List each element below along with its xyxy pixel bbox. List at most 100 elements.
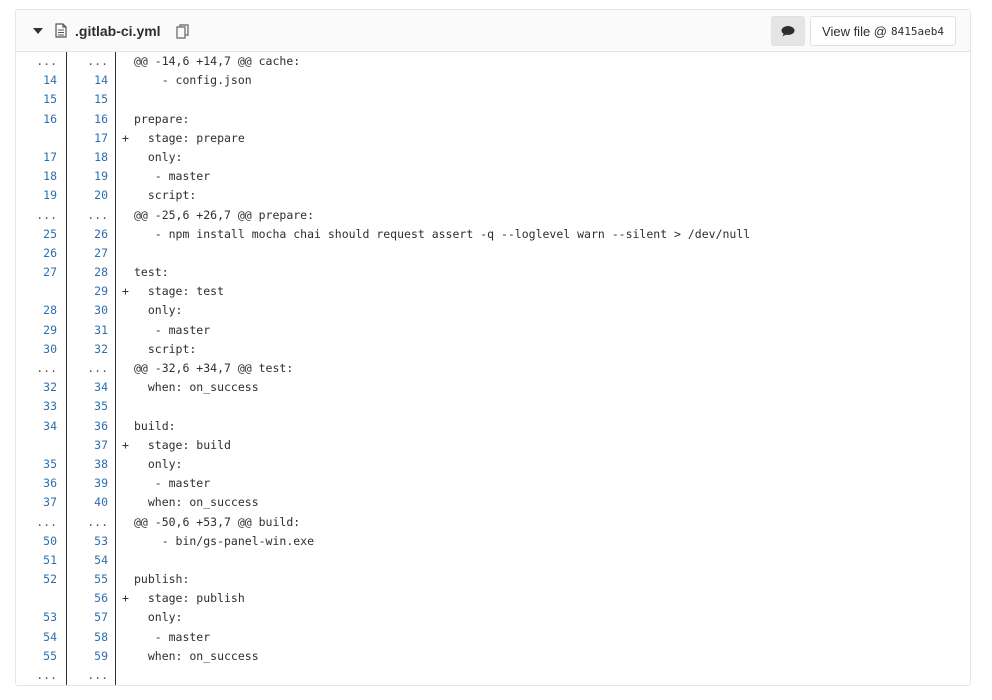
new-line-number[interactable]: 17 — [67, 129, 108, 148]
old-line-number[interactable]: 29 — [16, 321, 57, 340]
old-line-number[interactable] — [16, 436, 57, 455]
old-line-number[interactable]: 28 — [16, 301, 57, 320]
copy-icon[interactable] — [176, 24, 190, 44]
diff-line: 17 + stage: prepare — [16, 129, 970, 148]
old-line-number[interactable]: 34 — [16, 417, 57, 436]
code-line: - config.json — [134, 73, 252, 88]
new-line-number[interactable]: ... — [67, 513, 108, 532]
code-line: stage: test — [134, 284, 225, 299]
diff-marker: + — [122, 284, 129, 299]
old-line-number[interactable]: 37 — [16, 493, 57, 512]
diff-line: 52 55 publish: — [16, 570, 970, 589]
diff-line: 15 15 — [16, 90, 970, 109]
code-line: only: — [134, 610, 183, 625]
caret-down-icon[interactable] — [31, 24, 45, 38]
new-line-number[interactable]: 40 — [67, 493, 108, 512]
diff-marker: + — [122, 591, 129, 606]
old-line-number[interactable]: 18 — [16, 167, 57, 186]
old-line-number[interactable]: 36 — [16, 474, 57, 493]
new-line-number[interactable]: 27 — [67, 244, 108, 263]
new-line-number[interactable]: 19 — [67, 167, 108, 186]
diff-marker: + — [122, 437, 129, 452]
code-line: - master — [134, 629, 211, 644]
diff-line: 32 34 when: on_success — [16, 378, 970, 397]
old-line-number[interactable]: 15 — [16, 90, 57, 109]
old-line-number[interactable]: 16 — [16, 110, 57, 129]
new-line-number[interactable]: 35 — [67, 397, 108, 416]
old-line-number[interactable]: 14 — [16, 71, 57, 90]
code-line: when: on_success — [134, 380, 259, 395]
diff-line: 16 16 prepare: — [16, 110, 970, 129]
new-line-number[interactable]: 59 — [67, 647, 108, 666]
diff-hunk-header: ...... @@ -25,6 +26,7 @@ prepare: — [16, 206, 970, 225]
new-line-number[interactable]: 55 — [67, 570, 108, 589]
old-line-number[interactable]: 26 — [16, 244, 57, 263]
code-line: - master — [134, 322, 211, 337]
code-line: @@ -50,6 +53,7 @@ build: — [134, 514, 301, 529]
old-line-number[interactable]: 35 — [16, 455, 57, 474]
new-line-number[interactable]: 14 — [67, 71, 108, 90]
old-line-number[interactable]: 55 — [16, 647, 57, 666]
new-line-number[interactable]: 38 — [67, 455, 108, 474]
new-line-number[interactable]: 26 — [67, 225, 108, 244]
code-line: when: on_success — [134, 495, 259, 510]
code-line: script: — [134, 188, 197, 203]
old-line-number[interactable]: ... — [16, 513, 57, 532]
diff-line: 30 32 script: — [16, 340, 970, 359]
old-line-number[interactable]: 32 — [16, 378, 57, 397]
old-line-number[interactable] — [16, 129, 57, 148]
new-line-number[interactable]: 15 — [67, 90, 108, 109]
new-line-number[interactable]: 18 — [67, 148, 108, 167]
new-line-number[interactable]: 31 — [67, 321, 108, 340]
file-name[interactable]: .gitlab-ci.yml — [75, 23, 161, 39]
old-line-number[interactable]: ... — [16, 666, 57, 685]
old-line-number[interactable]: 51 — [16, 551, 57, 570]
view-file-button[interactable]: View file @ 8415aeb4 — [810, 16, 956, 46]
new-line-number[interactable]: 20 — [67, 186, 108, 205]
diff-line: 37 + stage: build — [16, 436, 970, 455]
new-line-number[interactable]: 39 — [67, 474, 108, 493]
new-line-number[interactable]: 28 — [67, 263, 108, 282]
new-line-number[interactable]: ... — [67, 206, 108, 225]
comment-button[interactable] — [771, 16, 805, 46]
code-line: script: — [134, 341, 197, 356]
old-line-number[interactable]: 33 — [16, 397, 57, 416]
new-line-number[interactable]: 34 — [67, 378, 108, 397]
old-line-number[interactable]: 19 — [16, 186, 57, 205]
diff-hunk-header: ...... @@ -14,6 +14,7 @@ cache: — [16, 52, 970, 71]
new-line-number[interactable]: 53 — [67, 532, 108, 551]
new-line-number[interactable]: 29 — [67, 282, 108, 301]
new-line-number[interactable]: 56 — [67, 589, 108, 608]
old-line-number[interactable]: 25 — [16, 225, 57, 244]
diff-line: 17 18 only: — [16, 148, 970, 167]
new-line-number[interactable]: ... — [67, 359, 108, 378]
new-line-number[interactable]: 32 — [67, 340, 108, 359]
new-line-number[interactable]: 16 — [67, 110, 108, 129]
old-line-number[interactable] — [16, 589, 57, 608]
old-line-number[interactable]: ... — [16, 52, 57, 71]
diff-hunk-header: ...... @@ -50,6 +53,7 @@ build: — [16, 513, 970, 532]
new-line-number[interactable]: ... — [67, 52, 108, 71]
new-line-number[interactable]: 57 — [67, 608, 108, 627]
diff-line: 54 58 - master — [16, 628, 970, 647]
old-line-number[interactable] — [16, 282, 57, 301]
old-line-number[interactable]: ... — [16, 206, 57, 225]
code-line: - bin/gs-panel-win.exe — [134, 533, 315, 548]
diff-line: 36 39 - master — [16, 474, 970, 493]
new-line-number[interactable]: 36 — [67, 417, 108, 436]
old-line-number[interactable]: 52 — [16, 570, 57, 589]
code-line: only: — [134, 456, 183, 471]
old-line-number[interactable]: 53 — [16, 608, 57, 627]
new-line-number[interactable]: 58 — [67, 628, 108, 647]
new-line-number[interactable]: 30 — [67, 301, 108, 320]
diff-hunk-header: ...... — [16, 666, 970, 685]
old-line-number[interactable]: 54 — [16, 628, 57, 647]
old-line-number[interactable]: 30 — [16, 340, 57, 359]
new-line-number[interactable]: 54 — [67, 551, 108, 570]
new-line-number[interactable]: ... — [67, 666, 108, 685]
old-line-number[interactable]: 50 — [16, 532, 57, 551]
new-line-number[interactable]: 37 — [67, 436, 108, 455]
old-line-number[interactable]: ... — [16, 359, 57, 378]
old-line-number[interactable]: 27 — [16, 263, 57, 282]
old-line-number[interactable]: 17 — [16, 148, 57, 167]
